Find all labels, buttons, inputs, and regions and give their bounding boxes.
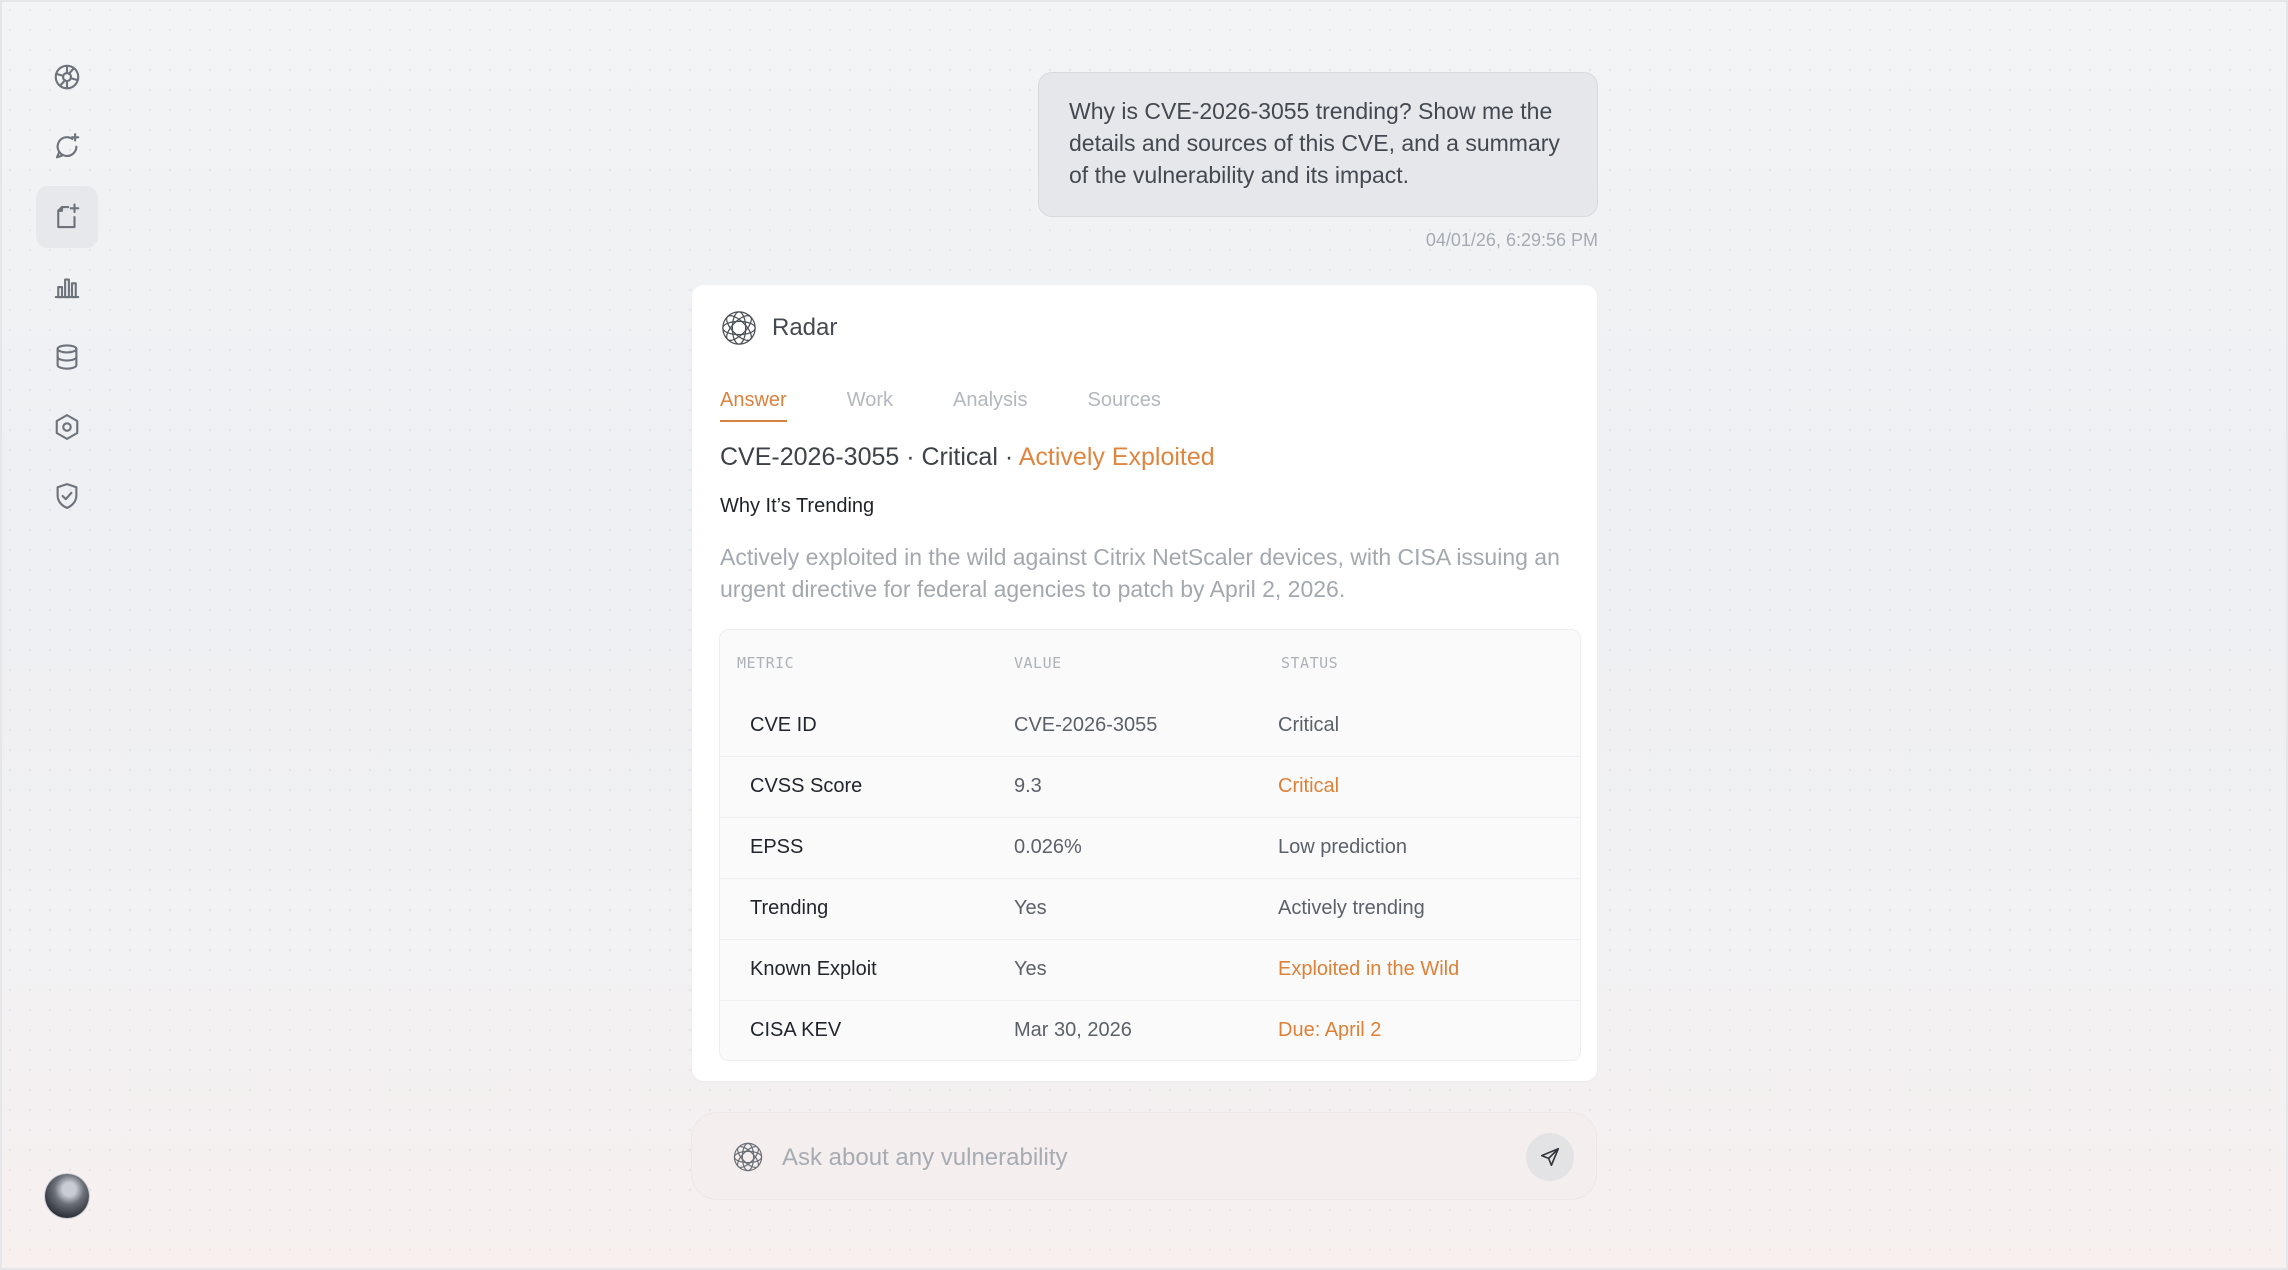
message-timestamp: 04/01/26, 6:29:56 PM [1425, 230, 1598, 250]
user-message-text: Why is CVE-2026-3055 trending? Show me t… [1069, 98, 1560, 188]
tab-work[interactable]: Work [847, 389, 893, 422]
section-title: Why It’s Trending [720, 495, 875, 517]
user-message-bubble: Why is CVE-2026-3055 trending? Show me t… [1038, 72, 1598, 217]
sidebar-item-database[interactable] [36, 326, 98, 388]
value-cell: Yes [1014, 897, 1047, 919]
status-cell: Actively trending [1278, 897, 1425, 919]
metric-cell: Known Exploit [750, 958, 877, 980]
cve-exploit-status: Actively Exploited [1018, 443, 1215, 471]
column-header-value: VALUE [1014, 654, 1062, 672]
metric-cell: CVSS Score [750, 775, 863, 797]
sidebar [0, 0, 135, 1270]
sidebar-item-radar[interactable] [36, 46, 98, 108]
assistant-header: Radar [720, 309, 837, 347]
send-icon [1540, 1147, 1560, 1167]
sidebar-item-analytics[interactable] [36, 256, 98, 318]
table-row: CVSS Score 9.3 Critical [720, 756, 1580, 817]
tab-analysis[interactable]: Analysis [953, 389, 1027, 422]
value-cell: 0.026% [1014, 836, 1082, 858]
metric-cell: Trending [750, 897, 829, 919]
trend-summary: Actively exploited in the wild against C… [720, 544, 1560, 602]
chat-input[interactable] [780, 1131, 1484, 1185]
metrics-table: METRIC VALUE STATUS CVE ID CVE-2026-3055… [719, 629, 1581, 1061]
metric-cell: CVE ID [750, 714, 817, 736]
shield-check-icon [56, 483, 78, 509]
status-cell: Low prediction [1278, 836, 1407, 858]
column-header-status: STATUS [1281, 654, 1339, 672]
column-header-metric: METRIC [737, 654, 795, 672]
tab-sources[interactable]: Sources [1088, 389, 1161, 422]
metric-cell: EPSS [750, 836, 804, 858]
sidebar-item-security[interactable] [36, 465, 98, 527]
value-cell: Mar 30, 2026 [1014, 1019, 1132, 1041]
status-cell: Critical [1278, 714, 1340, 736]
radar-logo-icon [722, 311, 756, 345]
hex-settings-icon [55, 414, 79, 440]
bar-chart-icon [54, 278, 80, 299]
status-cell: Exploited in the Wild [1278, 958, 1460, 980]
radar-icon [54, 64, 80, 90]
chat-sparkle-icon [55, 133, 80, 159]
table-header: METRIC VALUE STATUS [720, 630, 1580, 696]
value-cell: Yes [1014, 958, 1047, 980]
sidebar-item-settings[interactable] [36, 396, 98, 458]
table-row: Trending Yes Actively trending [720, 878, 1580, 939]
answer-card: Radar Answer Work Analysis Sources CVE-2… [692, 285, 1597, 1081]
cve-heading: CVE-2026-3055 · Critical · Actively Expl… [720, 443, 1215, 472]
sidebar-item-reports[interactable] [36, 186, 98, 248]
send-button[interactable] [1526, 1133, 1574, 1181]
database-icon [56, 344, 78, 370]
status-cell: Critical [1278, 775, 1340, 797]
sidebar-item-chat[interactable] [36, 115, 98, 177]
answer-tabs: Answer Work Analysis Sources [720, 389, 1161, 422]
document-sparkle-icon [57, 203, 80, 229]
assistant-name: Radar [772, 314, 838, 341]
chat-input-bar [691, 1112, 1597, 1200]
status-cell: Due: April 2 [1278, 1019, 1382, 1041]
table-row: EPSS 0.026% Low prediction [720, 817, 1580, 878]
tab-answer[interactable]: Answer [720, 389, 787, 422]
table-body: CVE ID CVE-2026-3055 Critical CVSS Score… [720, 696, 1580, 1060]
table-row: Known Exploit Yes Exploited in the Wild [720, 939, 1580, 1000]
value-cell: 9.3 [1014, 775, 1042, 797]
cve-heading-main: CVE-2026-3055 · Critical · [720, 443, 1019, 471]
table-row: CVE ID CVE-2026-3055 Critical [720, 696, 1580, 756]
table-row: CISA KEV Mar 30, 2026 Due: April 2 [720, 1000, 1580, 1060]
metric-cell: CISA KEV [750, 1019, 842, 1041]
value-cell: CVE-2026-3055 [1014, 714, 1158, 736]
avatar[interactable] [45, 1174, 89, 1218]
radar-logo-icon [733, 1142, 763, 1172]
